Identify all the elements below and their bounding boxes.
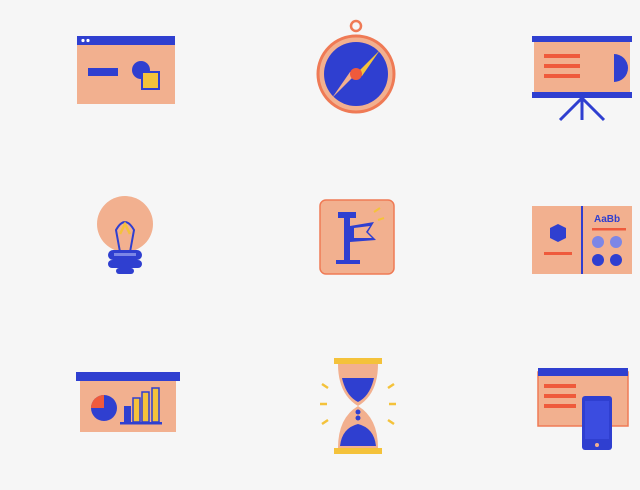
chart-dashboard-icon <box>76 370 180 440</box>
presentation-board-icon <box>530 34 634 124</box>
font-sample-text: AaBb <box>594 214 620 225</box>
flag-icon <box>318 198 396 276</box>
compass-icon <box>314 18 398 114</box>
web-layout-icon <box>74 34 178 108</box>
responsive-devices-icon <box>534 366 632 456</box>
lightbulb-icon <box>94 194 156 282</box>
style-guide-icon: AaBb <box>530 204 634 276</box>
hourglass-icon <box>316 354 400 458</box>
